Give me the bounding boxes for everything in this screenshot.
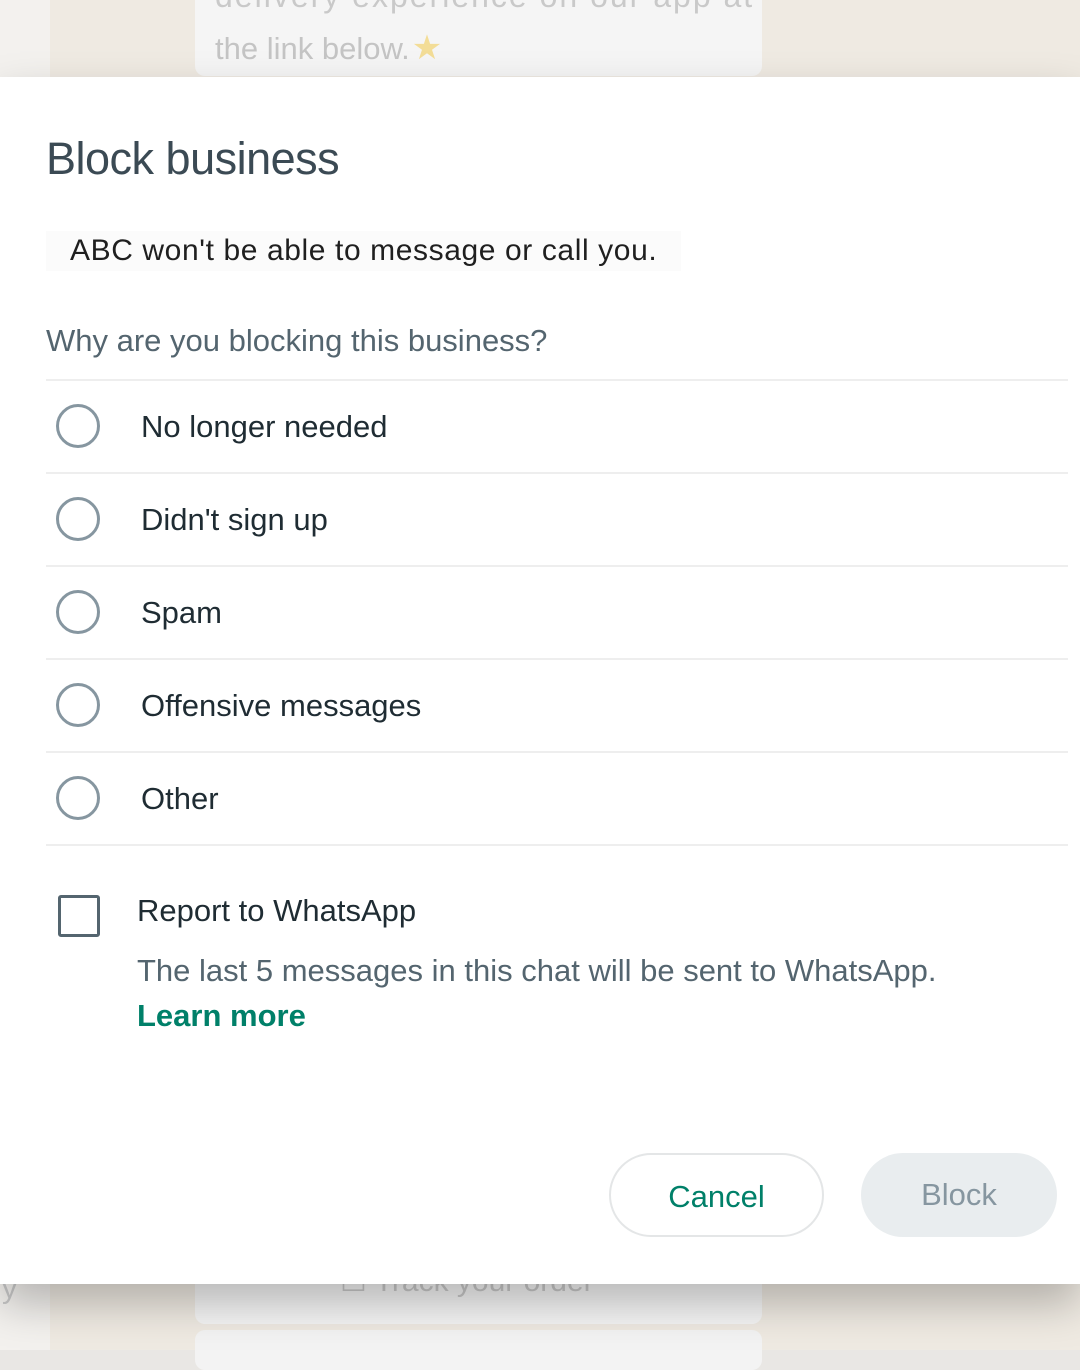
option-other[interactable]: Other: [46, 753, 1068, 846]
block-reason-question: Why are you blocking this business?: [46, 323, 548, 358]
radio-button[interactable]: [56, 497, 100, 541]
radio-button[interactable]: [56, 590, 100, 634]
option-spam[interactable]: Spam: [46, 567, 1068, 660]
option-didnt-sign-up[interactable]: Didn't sign up: [46, 474, 1068, 567]
option-label: Offensive messages: [141, 688, 422, 723]
option-offensive-messages[interactable]: Offensive messages: [46, 660, 1068, 753]
report-label[interactable]: Report to WhatsApp: [137, 893, 416, 929]
option-label: Didn't sign up: [141, 502, 328, 537]
dialog-title: Block business: [46, 133, 340, 184]
star-icon: ★: [411, 29, 443, 67]
report-description: The last 5 messages in this chat will be…: [137, 953, 937, 988]
block-reason-options: No longer needed Didn't sign up Spam Off…: [46, 379, 1068, 846]
cancel-button[interactable]: Cancel: [609, 1153, 824, 1237]
block-business-dialog: Block business ABC won't be able to mess…: [0, 77, 1080, 1284]
option-label: No longer needed: [141, 409, 388, 444]
block-button[interactable]: Block: [861, 1153, 1057, 1237]
message-text-partial: delivery experience on our app at: [215, 0, 754, 15]
radio-button[interactable]: [56, 404, 100, 448]
learn-more-link[interactable]: Learn more: [137, 998, 306, 1034]
option-no-longer-needed[interactable]: No longer needed: [46, 381, 1068, 474]
report-checkbox[interactable]: [58, 895, 100, 937]
message-bubble: [195, 1330, 762, 1370]
radio-button[interactable]: [56, 776, 100, 820]
option-label: Other: [141, 781, 219, 816]
dialog-subtitle: ABC won't be able to message or call you…: [46, 231, 682, 271]
message-text-content: the link below.: [215, 31, 410, 66]
option-label: Spam: [141, 595, 222, 630]
message-text: the link below.★: [215, 28, 442, 68]
radio-button[interactable]: [56, 683, 100, 727]
